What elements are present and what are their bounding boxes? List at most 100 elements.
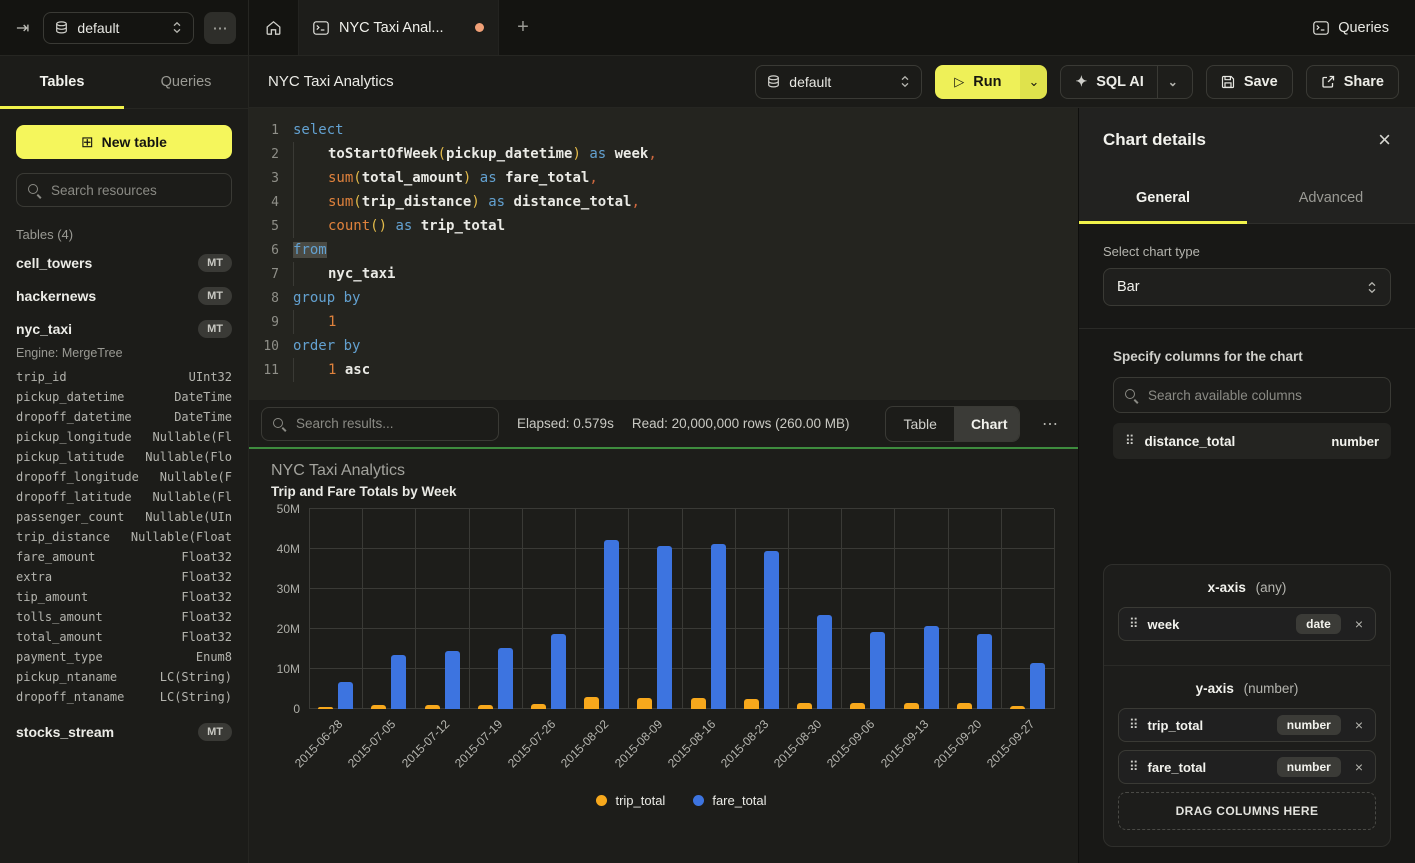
tab-advanced[interactable]: Advanced [1247,172,1415,223]
bar-trip_total[interactable] [637,698,652,709]
table-row[interactable]: nyc_taxiMT [16,312,232,345]
bar-trip_total[interactable] [957,703,972,709]
available-column-row[interactable]: ⠿distance_totalnumber [1113,423,1391,459]
bar-fare_total[interactable] [924,626,939,709]
bar-fare_total[interactable] [445,651,460,709]
code-line[interactable]: 4sum(trip_distance) as distance_total, [249,190,1078,214]
column-row[interactable]: total_amountFloat32 [16,627,232,647]
legend-item[interactable]: trip_total [596,793,665,808]
database-select-toolbar[interactable]: default [755,65,922,99]
tab-tables[interactable]: Tables [0,56,124,108]
bar-fare_total[interactable] [1030,663,1045,709]
drag-handle-icon[interactable]: ⠿ [1125,433,1134,449]
results-search-input[interactable] [294,415,488,432]
drag-handle-icon[interactable]: ⠿ [1129,759,1138,775]
legend-item[interactable]: fare_total [693,793,766,808]
query-tab[interactable]: NYC Taxi Anal... [299,0,499,55]
remove-column-icon[interactable]: × [1355,759,1363,775]
bar-trip_total[interactable] [478,705,493,709]
column-row[interactable]: pickup_latitudeNullable(Flo [16,447,232,467]
tab-general[interactable]: General [1079,172,1247,223]
bar-trip_total[interactable] [744,699,759,709]
column-row[interactable]: pickup_longitudeNullable(Fl [16,427,232,447]
bar-trip_total[interactable] [584,697,599,709]
remove-column-icon[interactable]: × [1355,616,1363,632]
code-line[interactable]: 2toStartOfWeek(pickup_datetime) as week, [249,142,1078,166]
code-line[interactable]: 3sum(total_amount) as fare_total, [249,166,1078,190]
table-row[interactable]: cell_towersMT [16,246,232,279]
share-button[interactable]: Share [1306,65,1399,99]
column-row[interactable]: fare_amountFloat32 [16,547,232,567]
results-more-button[interactable]: ⋯ [1038,414,1062,434]
axis-column-pill[interactable]: ⠿fare_totalnumber× [1118,750,1376,784]
remove-column-icon[interactable]: × [1355,717,1363,733]
view-chart-button[interactable]: Chart [954,407,1020,441]
drop-zone[interactable]: DRAG COLUMNS HERE [1118,792,1376,830]
close-icon[interactable]: × [1378,129,1391,151]
table-row[interactable]: stocks_streamMT [16,715,232,748]
bar-trip_total[interactable] [1010,706,1025,709]
view-table-button[interactable]: Table [886,407,953,441]
column-row[interactable]: tolls_amountFloat32 [16,607,232,627]
bar-fare_total[interactable] [870,632,885,709]
run-button[interactable]: ▷ Run [935,65,1020,99]
bar-fare_total[interactable] [498,648,513,709]
queries-link[interactable]: Queries [1287,0,1415,55]
resource-search-input[interactable] [49,182,221,199]
code-line[interactable]: 10order by [249,334,1078,358]
sql-ai-button[interactable]: ✦ SQL AI ⌄ [1060,65,1192,99]
bar-trip_total[interactable] [425,705,440,709]
sidebar-more-button[interactable]: ⋯ [204,12,236,44]
column-row[interactable]: pickup_ntanameLC(String) [16,667,232,687]
collapse-sidebar-icon[interactable]: ⇥ [12,16,33,40]
axis-column-pill[interactable]: ⠿trip_totalnumber× [1118,708,1376,742]
bar-trip_total[interactable] [850,703,865,709]
axis-column-pill[interactable]: ⠿weekdate× [1118,607,1376,641]
column-row[interactable]: dropoff_ntanameLC(String) [16,687,232,707]
column-row[interactable]: pickup_datetimeDateTime [16,387,232,407]
code-line[interactable]: 91 [249,310,1078,334]
bar-fare_total[interactable] [551,634,566,709]
save-button[interactable]: Save [1206,65,1293,99]
sql-ai-dropdown-icon[interactable]: ⌄ [1157,66,1178,98]
bar-fare_total[interactable] [604,540,619,709]
new-table-button[interactable]: ⊞ New table [16,125,232,159]
column-row[interactable]: tip_amountFloat32 [16,587,232,607]
table-row[interactable]: hackernewsMT [16,279,232,312]
bar-fare_total[interactable] [711,544,726,709]
database-select-sidebar[interactable]: default [43,12,194,44]
column-row[interactable]: payment_typeEnum8 [16,647,232,667]
column-row[interactable]: passenger_countNullable(UIn [16,507,232,527]
bar-fare_total[interactable] [657,546,672,709]
new-tab-button[interactable]: + [499,0,547,55]
code-line[interactable]: 111 asc [249,358,1078,382]
code-line[interactable]: 5count() as trip_total [249,214,1078,238]
bar-fare_total[interactable] [391,655,406,709]
drag-handle-icon[interactable]: ⠿ [1129,616,1138,632]
drag-handle-icon[interactable]: ⠿ [1129,717,1138,733]
code-line[interactable]: 7nyc_taxi [249,262,1078,286]
chart-type-select[interactable]: Bar [1103,268,1391,306]
home-button[interactable] [249,0,299,55]
bar-trip_total[interactable] [904,703,919,709]
column-row[interactable]: extraFloat32 [16,567,232,587]
column-row[interactable]: trip_distanceNullable(Float [16,527,232,547]
bar-fare_total[interactable] [764,551,779,709]
columns-search-input[interactable] [1146,387,1380,404]
column-row[interactable]: trip_idUInt32 [16,367,232,387]
tab-queries[interactable]: Queries [124,56,248,108]
column-row[interactable]: dropoff_longitudeNullable(F [16,467,232,487]
bar-trip_total[interactable] [531,704,546,709]
column-row[interactable]: dropoff_latitudeNullable(Fl [16,487,232,507]
bar-fare_total[interactable] [338,682,353,709]
column-row[interactable]: dropoff_datetimeDateTime [16,407,232,427]
bar-fare_total[interactable] [817,615,832,709]
sql-editor[interactable]: 1select2toStartOfWeek(pickup_datetime) a… [249,108,1078,400]
bar-trip_total[interactable] [691,698,706,709]
bar-fare_total[interactable] [977,634,992,709]
bar-trip_total[interactable] [318,707,333,709]
bar-trip_total[interactable] [797,703,812,709]
bar-trip_total[interactable] [371,705,386,709]
code-line[interactable]: 6from [249,238,1078,262]
run-options-button[interactable]: ⌄ [1020,65,1047,99]
